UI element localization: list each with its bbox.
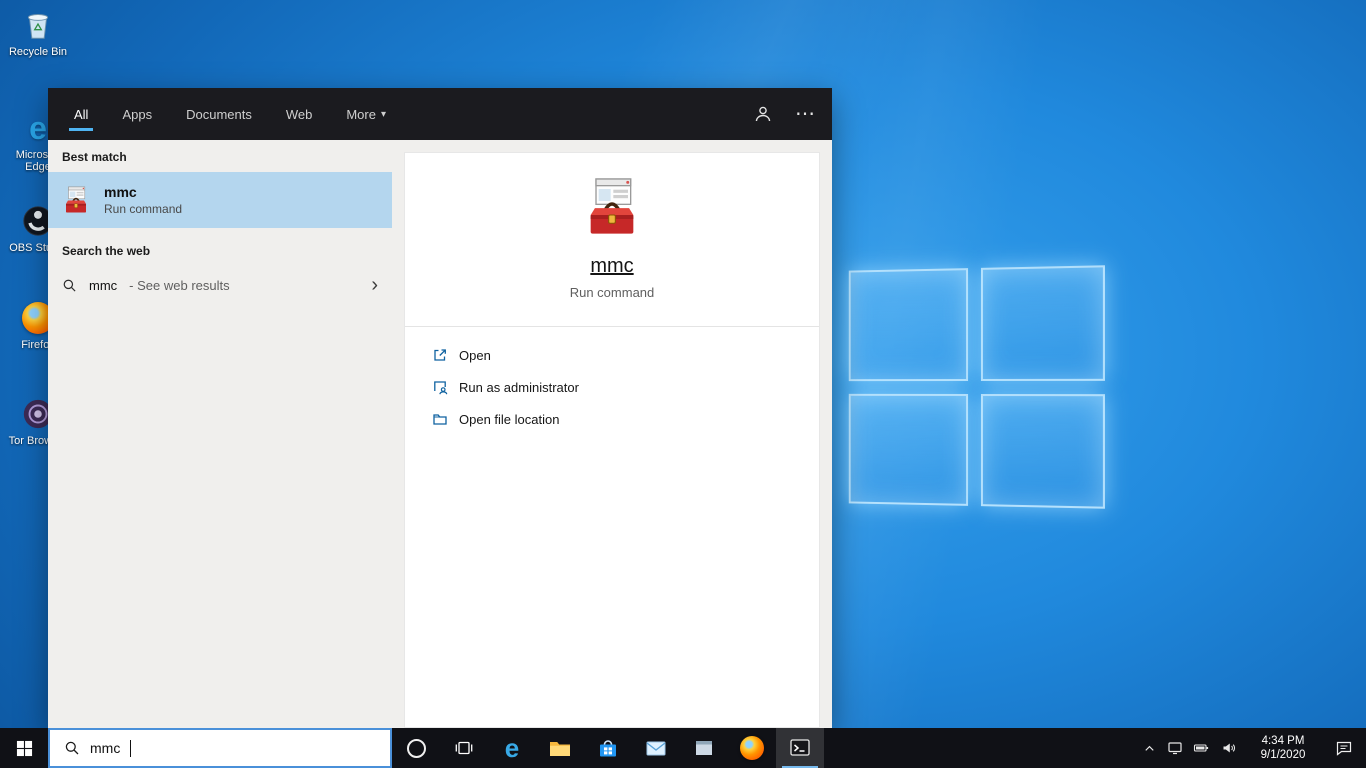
store-icon: [596, 736, 620, 760]
mmc-toolbox-icon: [61, 185, 91, 215]
result-title: mmc: [104, 184, 137, 200]
cortana-button[interactable]: [392, 728, 440, 768]
desktop-icon-recycle-bin[interactable]: Recycle Bin: [2, 7, 74, 58]
chevron-up-icon: [1142, 741, 1157, 756]
system-tray: 4:34 PM 9/1/2020: [1136, 728, 1366, 768]
tray-battery-button[interactable]: [1188, 728, 1214, 768]
show-hidden-icons-button[interactable]: [1136, 728, 1162, 768]
search-icon: [64, 740, 80, 756]
windows-logo-pane: [848, 268, 968, 381]
search-header-actions: ⋯: [753, 88, 816, 140]
search-input-value: mmc: [90, 740, 121, 756]
taskbar-search-input[interactable]: mmc: [48, 728, 392, 768]
action-center-button[interactable]: [1322, 728, 1366, 768]
taskbar-app-edge[interactable]: e: [488, 728, 536, 768]
task-view-button[interactable]: [440, 728, 488, 768]
file-explorer-icon: [548, 736, 572, 760]
windows-logo-pane: [980, 265, 1105, 381]
windows-start-icon: [16, 740, 33, 757]
desktop-icon-label: Recycle Bin: [8, 46, 68, 58]
clock-time: 4:34 PM: [1261, 735, 1305, 747]
search-filter-bar: All Apps Documents Web More ▾ ⋯: [48, 88, 832, 140]
folder-location-icon: [432, 411, 448, 427]
recycle-bin-icon: [20, 7, 56, 43]
preview-pane: mmc Run command Open Run as administrato…: [392, 140, 832, 728]
result-subtitle: Run command: [104, 202, 183, 216]
taskbar-app-store[interactable]: [584, 728, 632, 768]
user-account-button[interactable]: [753, 104, 773, 124]
windows-logo-pane: [980, 393, 1105, 509]
chevron-down-icon: ▾: [380, 108, 386, 120]
mail-icon: [644, 736, 668, 760]
tab-more[interactable]: More ▾: [344, 88, 388, 140]
preview-subtitle: Run command: [569, 285, 655, 300]
firefox-icon: [740, 736, 764, 760]
start-button[interactable]: [0, 728, 48, 768]
action-list: Open Run as administrator Open file loca…: [405, 327, 819, 435]
preview-card: mmc Run command Open Run as administrato…: [404, 152, 820, 728]
clock-date: 9/1/2020: [1260, 749, 1306, 761]
notification-icon: [1335, 739, 1353, 757]
mmc-toolbox-icon-large: [580, 175, 644, 239]
taskbar-app-console-active[interactable]: [776, 728, 824, 768]
volume-icon: [1221, 740, 1237, 756]
search-filter-tabs: All Apps Documents Web More ▾: [68, 88, 388, 140]
windows-logo-pane: [848, 393, 968, 506]
tab-all[interactable]: All: [68, 88, 94, 140]
window-app-icon: [692, 736, 716, 760]
tab-web[interactable]: Web: [284, 88, 315, 140]
search-results-area: Best match mmc Run command Search the we…: [48, 140, 832, 728]
taskbar-app-mail[interactable]: [632, 728, 680, 768]
windows-logo-wallpaper: [848, 265, 1105, 509]
search-flyout: All Apps Documents Web More ▾ ⋯ Best mat…: [48, 88, 832, 728]
admin-icon: [432, 379, 448, 395]
taskbar-clock[interactable]: 4:34 PM 9/1/2020: [1244, 728, 1322, 768]
taskbar-app-file-explorer[interactable]: [536, 728, 584, 768]
more-options-button[interactable]: ⋯: [795, 104, 816, 124]
text-caret: [130, 739, 132, 757]
action-open-file-location[interactable]: Open file location: [432, 403, 819, 435]
search-icon: [62, 278, 77, 293]
search-results-list: Best match mmc Run command Search the we…: [48, 140, 392, 728]
action-open[interactable]: Open: [432, 339, 819, 371]
web-section-label: Search the web: [62, 244, 151, 258]
web-query-suffix: - See web results: [129, 277, 230, 293]
edge-icon: e: [504, 733, 520, 763]
tab-apps[interactable]: Apps: [120, 88, 154, 140]
battery-icon: [1193, 740, 1209, 756]
open-icon: [432, 347, 448, 363]
taskbar-app-window[interactable]: [680, 728, 728, 768]
best-match-result-mmc[interactable]: mmc Run command: [48, 172, 392, 228]
web-search-result[interactable]: mmc - See web results ›: [48, 266, 392, 304]
chevron-right-icon[interactable]: ›: [371, 275, 378, 295]
taskbar: mmc e 4:34 PM 9/1/2020: [0, 728, 1366, 768]
taskbar-app-firefox[interactable]: [728, 728, 776, 768]
console-icon: [788, 736, 812, 760]
tray-display-button[interactable]: [1162, 728, 1188, 768]
preview-title-link[interactable]: mmc: [590, 255, 633, 278]
action-run-as-administrator[interactable]: Run as administrator: [432, 371, 819, 403]
best-match-section-label: Best match: [62, 150, 127, 164]
web-query: mmc: [89, 277, 118, 293]
tray-volume-button[interactable]: [1214, 728, 1244, 768]
display-icon: [1167, 740, 1183, 756]
task-view-icon: [454, 738, 474, 758]
tab-documents[interactable]: Documents: [184, 88, 254, 140]
cortana-icon: [406, 738, 426, 758]
